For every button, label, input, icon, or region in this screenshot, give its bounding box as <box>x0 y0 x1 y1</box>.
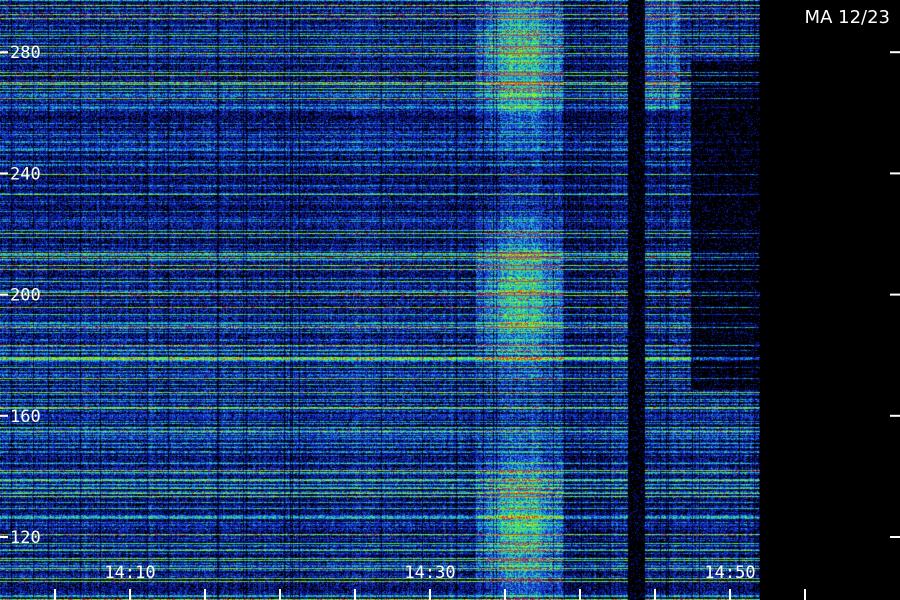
x-axis: 14:10 14:30 14:50 <box>54 563 806 600</box>
y-tick-label: 280 <box>10 43 41 63</box>
x-tick-label: 14:30 <box>404 563 455 583</box>
station-label: MA 12/23 <box>805 7 890 28</box>
y-axis-left: 120 160 200 240 280 <box>0 43 41 548</box>
spectrogram-frame: MA 12/23 120 160 200 240 280 14:10 14:30 14:50 <box>0 0 900 600</box>
x-tick-label: 14:10 <box>104 563 155 583</box>
x-tick-label: 14:50 <box>704 563 755 583</box>
y-tick-label: 120 <box>10 528 41 548</box>
y-tick-label: 200 <box>10 286 41 306</box>
y-axis-right <box>890 51 900 538</box>
y-tick-label: 160 <box>10 407 41 427</box>
y-tick-label: 240 <box>10 164 41 184</box>
spectrogram-axes: MA 12/23 120 160 200 240 280 14:10 14:30 14:50 <box>0 7 900 600</box>
